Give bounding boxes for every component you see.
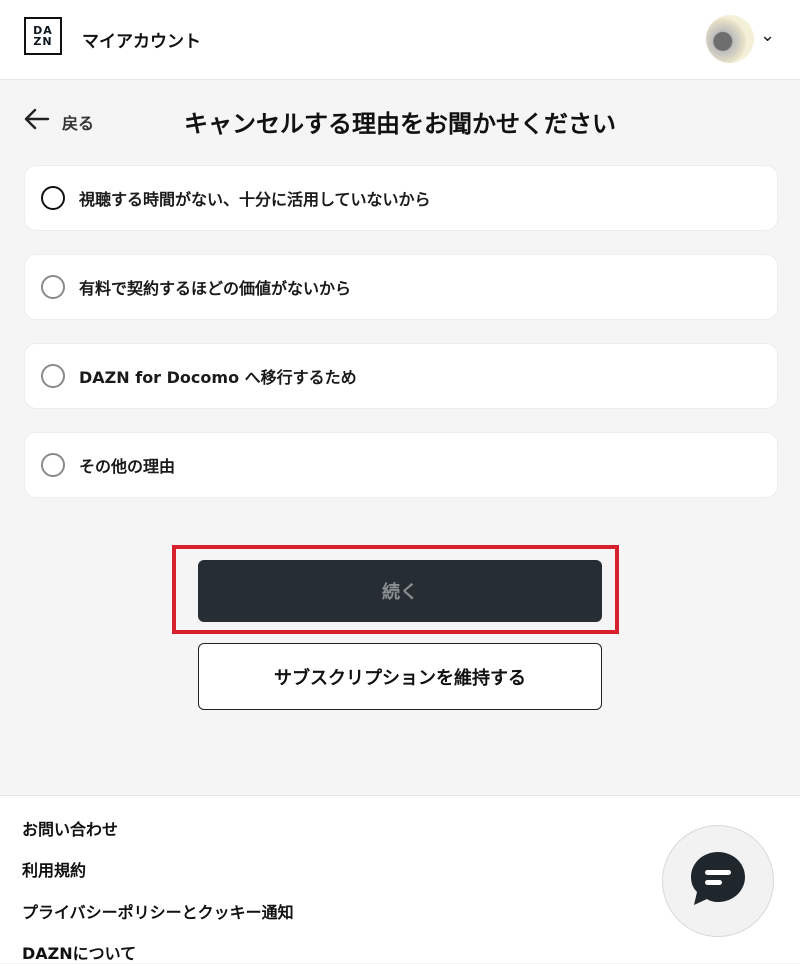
page-title: キャンセルする理由をお聞かせください: [184, 110, 616, 138]
footer-link-privacy[interactable]: プライバシーポリシーとクッキー通知: [22, 899, 294, 923]
continue-button[interactable]: 続く: [198, 560, 602, 622]
reason-option-other[interactable]: その他の理由: [24, 432, 778, 498]
chat-button[interactable]: [662, 825, 774, 937]
reason-label: DAZN for Docomo へ移行するため: [79, 368, 357, 387]
account-title: マイアカウント: [82, 32, 201, 52]
reason-option-not-worth[interactable]: 有料で契約するほどの価値がないから: [24, 254, 778, 320]
dazn-logo[interactable]: DA ZN: [24, 17, 62, 55]
radio-icon[interactable]: [41, 453, 65, 477]
reason-label: 有料で契約するほどの価値がないから: [79, 279, 352, 298]
logo-bottom: ZN: [33, 35, 53, 48]
footer-link-about[interactable]: DAZNについて: [22, 940, 136, 964]
radio-icon[interactable]: [41, 186, 65, 210]
header: DA ZN マイアカウント ⌄: [0, 0, 800, 80]
chat-bubble-icon: [687, 848, 749, 914]
chevron-down-icon[interactable]: ⌄: [760, 25, 775, 46]
keep-subscription-button[interactable]: サブスクリプションを維持する: [198, 643, 602, 710]
reason-option-docomo[interactable]: DAZN for Docomo へ移行するため: [24, 343, 778, 409]
reason-label: その他の理由: [79, 457, 176, 476]
reason-option-no-time[interactable]: 視聴する時間がない、十分に活用していないから: [24, 165, 778, 231]
footer-link-terms[interactable]: 利用規約: [22, 857, 86, 881]
reason-label: 視聴する時間がない、十分に活用していないから: [79, 190, 431, 209]
radio-icon[interactable]: [41, 364, 65, 388]
footer-link-contact[interactable]: お問い合わせ: [22, 816, 118, 840]
radio-icon[interactable]: [41, 275, 65, 299]
avatar[interactable]: [706, 15, 754, 63]
